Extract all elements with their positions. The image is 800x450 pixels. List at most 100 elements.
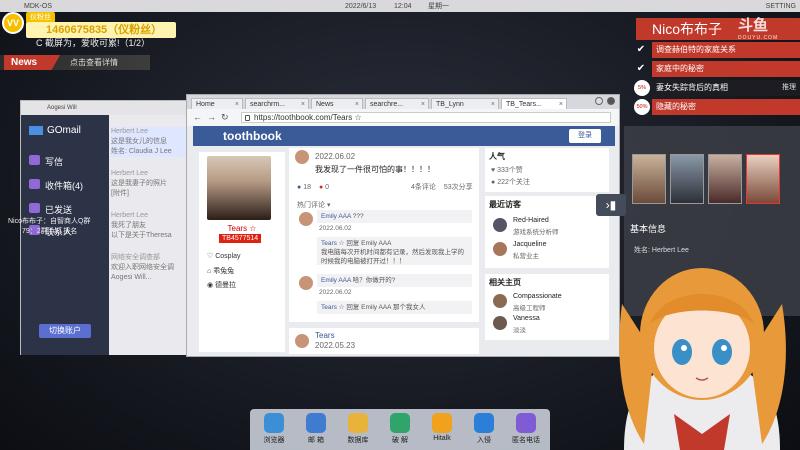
- character-card[interactable]: [746, 154, 780, 204]
- popularity-title: 人气: [489, 152, 505, 161]
- related-name[interactable]: Vanessa: [513, 315, 540, 322]
- quest-item[interactable]: ✔ 家庭中的秘密: [637, 61, 800, 77]
- profile-id: TB4577514: [219, 234, 262, 243]
- profile-link-label: 德曼拉: [215, 282, 237, 289]
- quest-item[interactable]: ✔ 调查赫伯特的家庭关系: [637, 42, 800, 58]
- browser-icon: [264, 413, 284, 433]
- profile-link-label: 乖兔兔: [213, 268, 235, 275]
- profile-link[interactable]: ♡ Cosplay: [207, 252, 241, 260]
- tab-home[interactable]: Home ×: [191, 98, 243, 109]
- character-card[interactable]: [670, 154, 704, 204]
- check-icon: ✔: [636, 44, 646, 55]
- dock-browser[interactable]: 浏览器: [254, 411, 294, 445]
- quest-item[interactable]: 妻女失踪背后的真相 推理: [652, 80, 800, 96]
- profile-link[interactable]: ⌂ 乖兔兔: [207, 266, 234, 276]
- back-icon[interactable]: ←: [193, 112, 202, 122]
- dock-database[interactable]: 数据库: [338, 411, 378, 445]
- system-topbar: MDK-OS 2022/6/13 12:04 星期一 SETTING: [0, 0, 800, 12]
- danmaku-chat-line: Nico布布子：自智商人Q群: [8, 218, 91, 225]
- comment-date: 2022.06.02: [319, 225, 352, 232]
- minimize-icon[interactable]: [595, 97, 603, 105]
- dock-intrude[interactable]: 入侵: [464, 411, 504, 445]
- tab-label: Home: [196, 101, 215, 108]
- envelope-icon: [29, 125, 43, 135]
- dock-anon-call[interactable]: 匿名电话: [506, 411, 546, 445]
- switch-account-button[interactable]: 切换账户: [39, 324, 91, 338]
- mail-nav-compose[interactable]: 写信: [29, 155, 109, 168]
- dock-label: 入侵: [477, 437, 491, 444]
- date-label: 2022/6/13: [345, 2, 377, 10]
- related-pages-box: 相关主页 Compassionate 高级工程师 Vanessa 淡淡: [485, 274, 609, 340]
- tab-tb-tears[interactable]: TB_Tears... ×: [501, 98, 567, 109]
- dislike-icon[interactable]: ●: [319, 184, 323, 191]
- mail-nav-inbox[interactable]: 收件箱(4): [29, 179, 109, 192]
- mail-item[interactable]: Herbert Lee 我死了朋友 以下是关于Theresa: [111, 211, 189, 241]
- refresh-icon[interactable]: ↻: [221, 112, 229, 123]
- comment-author[interactable]: Emily AAA: [321, 277, 351, 284]
- mail-subject: 这是我妻子的照片: [111, 180, 167, 187]
- mail-item[interactable]: Herbert Lee 这是我女儿的信息 姓名: Claudia J Lee: [111, 127, 189, 157]
- avatar-left-eye: [672, 339, 692, 365]
- task-text: C 截屏为，爱收可累!（1/2）: [36, 38, 151, 48]
- comment-author[interactable]: Tears ☆: [321, 304, 345, 311]
- close-window-icon[interactable]: [607, 97, 615, 105]
- phone-icon: [516, 413, 536, 433]
- like-icon[interactable]: ●: [297, 184, 301, 191]
- tab-search2[interactable]: searchre... ×: [365, 98, 429, 109]
- url-input[interactable]: https://toothbook.com/Tears ☆: [241, 112, 611, 123]
- comment: Emily AAA ???: [317, 210, 472, 223]
- dock-hitalk[interactable]: Hitalk: [422, 411, 462, 442]
- panel-toggle-icon[interactable]: ›▮: [596, 194, 626, 216]
- mail-preview: Aogesi Will...: [111, 274, 152, 281]
- tab-news[interactable]: News ×: [311, 98, 363, 109]
- quest-label: 妻女失踪背后的真相: [656, 83, 728, 92]
- quest-item[interactable]: 隐藏的秘密: [652, 99, 800, 115]
- dock-mail[interactable]: 邮 箱: [296, 411, 336, 445]
- mail-from: Herbert Lee: [111, 170, 148, 177]
- quest-hint: 推理: [782, 84, 796, 91]
- character-card[interactable]: [708, 154, 742, 204]
- comment-reply: Tears ☆ 回复 Emily AAA 那个我女人: [317, 301, 472, 314]
- settings-button[interactable]: SETTING: [766, 3, 796, 10]
- tab-search1[interactable]: searchrm... ×: [245, 98, 309, 109]
- sent-icon: [29, 203, 40, 213]
- check-icon: ✔: [636, 63, 646, 74]
- character-card[interactable]: [632, 154, 666, 204]
- mail-item[interactable]: Herbert Lee 这是我妻子的照片 [附件]: [111, 169, 189, 199]
- visitor-name[interactable]: Jacqueline: [513, 241, 546, 248]
- post-author[interactable]: Tears: [315, 331, 335, 340]
- danmaku-chat-line: 79：2群 (点) 报名: [22, 228, 78, 235]
- site-header: toothbook 登录: [193, 126, 615, 146]
- profile-link[interactable]: ◉ 德曼拉: [207, 280, 236, 290]
- comment-count: 4条评论: [410, 184, 436, 191]
- douyu-watermark: 斗鱼 DOUYU.COM: [738, 14, 778, 41]
- url-text: https://toothbook.com/Tears ☆: [254, 113, 362, 122]
- comment-author[interactable]: Emily AAA: [321, 213, 351, 220]
- mail-subject: 这是我女儿的信息: [111, 138, 167, 145]
- os-name: MDK-OS: [24, 2, 52, 10]
- recent-visitors-box: 最近访客 Red-Haired 游戏系统分析师 Jacqueline 私营业主: [485, 196, 609, 268]
- mail-subject: 欢迎入职网络安全调: [111, 264, 174, 271]
- follows-total: ● 222个关注: [485, 177, 609, 189]
- comment-reply: Tears ☆ 回复 Emily AAA 我电脑每次开机时间都有记录，然后发现我…: [317, 237, 472, 265]
- visitor-name[interactable]: Red-Haired: [513, 217, 549, 224]
- forward-icon[interactable]: →: [207, 112, 216, 122]
- watermark-sub: DOUYU.COM: [738, 35, 779, 41]
- profile-link-label: Cosplay: [215, 253, 241, 260]
- tab-tb-lynn[interactable]: TB_Lynn ×: [431, 98, 499, 109]
- chevron-down-icon: ▾: [326, 202, 331, 209]
- hook-icon: [474, 413, 494, 433]
- address-bar: ← → ↻ https://toothbook.com/Tears ☆: [187, 109, 619, 126]
- mail-icon: [306, 413, 326, 433]
- login-button[interactable]: 登录: [569, 129, 601, 143]
- comment-author[interactable]: Tears ☆: [321, 240, 345, 247]
- dock-crack[interactable]: 破 解: [380, 411, 420, 445]
- mail-item[interactable]: 网络安全调查部 欢迎入职网络安全调 Aogesi Will...: [111, 253, 189, 283]
- mail-from: 网络安全调查部: [111, 254, 160, 261]
- related-name[interactable]: Compassionate: [513, 293, 562, 300]
- site-logo: toothbook: [223, 129, 282, 143]
- news-link[interactable]: 点击查看详情: [70, 57, 118, 68]
- dock-label: 浏览器: [263, 437, 285, 444]
- mail-nav-sent[interactable]: 已发送: [29, 203, 109, 216]
- hot-comments-label[interactable]: 热门评论 ▾: [297, 200, 330, 210]
